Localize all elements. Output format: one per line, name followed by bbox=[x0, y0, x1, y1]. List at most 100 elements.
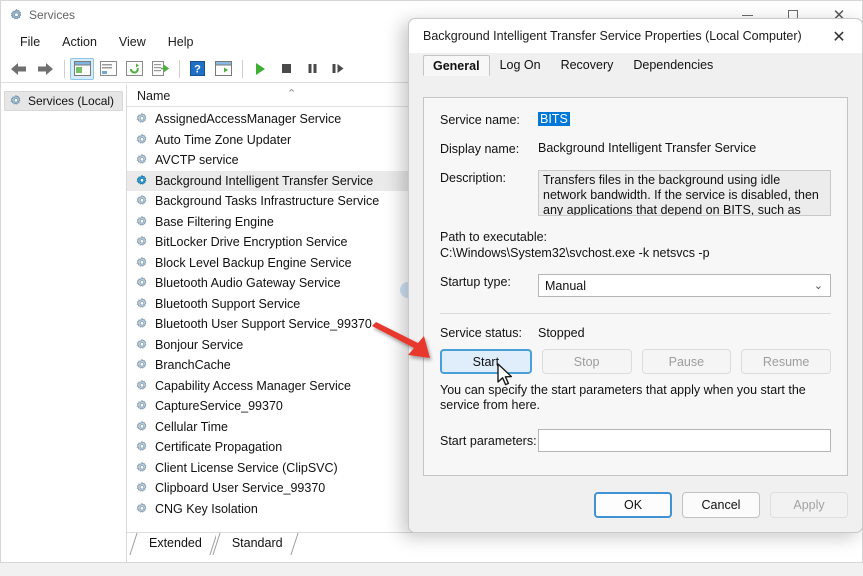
service-gear-icon bbox=[135, 461, 149, 475]
tab-general[interactable]: General bbox=[423, 55, 490, 76]
display-name-row: Display name: Background Intelligent Tra… bbox=[424, 141, 847, 156]
menu-help[interactable]: Help bbox=[157, 33, 205, 51]
bottom-strip bbox=[0, 563, 863, 576]
startup-type-value: Manual bbox=[545, 279, 586, 293]
start-parameters-label: Start parameters: bbox=[440, 434, 538, 448]
service-row-label: BitLocker Drive Encryption Service bbox=[155, 235, 347, 249]
services-gear-icon bbox=[9, 94, 23, 108]
service-gear-icon bbox=[135, 502, 149, 516]
startup-type-dropdown[interactable]: Manual ⌄ bbox=[538, 274, 831, 297]
service-gear-icon bbox=[135, 297, 149, 311]
service-row-label: CaptureService_99370 bbox=[155, 399, 283, 413]
service-gear-icon bbox=[135, 153, 149, 167]
show-hide-action-pane-icon[interactable] bbox=[211, 58, 235, 80]
view-tab-extended[interactable]: Extended bbox=[133, 533, 216, 555]
service-gear-icon bbox=[135, 379, 149, 393]
view-tab-standard[interactable]: Standard bbox=[216, 533, 297, 555]
service-row-label: Capability Access Manager Service bbox=[155, 379, 351, 393]
dialog-footer-buttons: OK Cancel Apply bbox=[594, 492, 848, 518]
service-row-label: Base Filtering Engine bbox=[155, 215, 274, 229]
show-hide-console-tree-icon[interactable] bbox=[70, 58, 94, 80]
service-row-label: AssignedAccessManager Service bbox=[155, 112, 341, 126]
view-tabs: Extended Standard bbox=[127, 532, 862, 562]
menu-view[interactable]: View bbox=[108, 33, 157, 51]
start-parameters-row: Start parameters: bbox=[424, 429, 847, 452]
service-gear-icon bbox=[135, 317, 149, 331]
service-gear-icon bbox=[135, 276, 149, 290]
display-name-value: Background Intelligent Transfer Service bbox=[538, 141, 756, 155]
menu-file[interactable]: File bbox=[9, 33, 51, 51]
service-name-label: Service name: bbox=[440, 112, 538, 127]
service-gear-icon bbox=[135, 215, 149, 229]
services-title-text: Services bbox=[29, 8, 75, 22]
services-gear-icon bbox=[9, 8, 23, 22]
service-row-label: AVCTP service bbox=[155, 153, 239, 167]
ok-button[interactable]: OK bbox=[594, 492, 672, 518]
service-gear-icon bbox=[135, 399, 149, 413]
menu-action[interactable]: Action bbox=[51, 33, 108, 51]
service-row-label: BranchCache bbox=[155, 358, 231, 372]
service-name-text: BITS bbox=[538, 112, 570, 126]
toolbar-separator-1 bbox=[64, 60, 65, 78]
service-properties-dialog: Background Intelligent Transfer Service … bbox=[408, 18, 863, 533]
service-row-label: Bluetooth Audio Gateway Service bbox=[155, 276, 341, 290]
startup-type-row: Startup type: Manual ⌄ bbox=[424, 274, 847, 297]
stop-service-icon[interactable] bbox=[274, 58, 298, 80]
tree-node-services-local[interactable]: Services (Local) bbox=[4, 91, 123, 111]
path-label: Path to executable: bbox=[440, 230, 831, 244]
service-status-row: Service status: Stopped bbox=[424, 326, 847, 340]
chevron-down-icon: ⌄ bbox=[814, 279, 823, 292]
tab-dependencies[interactable]: Dependencies bbox=[623, 54, 723, 75]
service-gear-icon bbox=[135, 420, 149, 434]
service-row-label: Background Intelligent Transfer Service bbox=[155, 174, 373, 188]
dialog-titlebar: Background Intelligent Transfer Service … bbox=[409, 19, 862, 53]
start-parameters-input[interactable] bbox=[538, 429, 831, 452]
service-gear-icon bbox=[135, 481, 149, 495]
description-textbox[interactable]: Transfers files in the background using … bbox=[538, 170, 831, 216]
service-gear-icon bbox=[135, 133, 149, 147]
service-gear-icon bbox=[135, 338, 149, 352]
start-service-icon[interactable] bbox=[248, 58, 272, 80]
startup-type-label: Startup type: bbox=[440, 274, 538, 289]
description-label: Description: bbox=[440, 170, 538, 185]
cancel-button[interactable]: Cancel bbox=[682, 492, 760, 518]
pause-service-icon[interactable] bbox=[300, 58, 324, 80]
service-status-value: Stopped bbox=[538, 326, 585, 340]
column-header-name[interactable]: Name bbox=[127, 89, 170, 103]
service-gear-icon bbox=[135, 174, 149, 188]
service-name-row: Service name: BITS bbox=[424, 112, 847, 127]
service-name-value: BITS bbox=[538, 112, 570, 126]
tree-node-label: Services (Local) bbox=[28, 94, 114, 108]
back-arrow-icon[interactable] bbox=[7, 58, 31, 80]
general-tab-panel: Service name: BITS Display name: Backgro… bbox=[423, 97, 848, 476]
service-gear-icon bbox=[135, 440, 149, 454]
toolbar-separator-3 bbox=[242, 60, 243, 78]
refresh-icon[interactable] bbox=[122, 58, 146, 80]
service-row-label: Cellular Time bbox=[155, 420, 228, 434]
restart-service-icon[interactable] bbox=[326, 58, 350, 80]
dialog-close-button[interactable]: ✕ bbox=[822, 23, 856, 49]
export-list-icon[interactable] bbox=[148, 58, 172, 80]
properties-icon[interactable] bbox=[96, 58, 120, 80]
service-row-label: CNG Key Isolation bbox=[155, 502, 258, 516]
service-gear-icon bbox=[135, 112, 149, 126]
screenshot-root: Services ✕ File Action View Help bbox=[0, 0, 863, 576]
service-gear-icon bbox=[135, 256, 149, 270]
forward-arrow-icon[interactable] bbox=[33, 58, 57, 80]
start-button[interactable]: Start bbox=[440, 349, 532, 374]
service-row-label: Bluetooth Support Service bbox=[155, 297, 300, 311]
help-icon[interactable]: ? bbox=[185, 58, 209, 80]
description-row: Description: Transfers files in the back… bbox=[424, 170, 847, 216]
path-to-executable-block: Path to executable: C:\Windows\System32\… bbox=[424, 230, 847, 260]
service-row-label: Clipboard User Service_99370 bbox=[155, 481, 325, 495]
chevron-up-icon: ⌃ bbox=[287, 87, 296, 100]
resume-button: Resume bbox=[741, 349, 831, 374]
tab-recovery[interactable]: Recovery bbox=[551, 54, 624, 75]
service-row-label: Bluetooth User Support Service_99370 bbox=[155, 317, 372, 331]
dialog-title: Background Intelligent Transfer Service … bbox=[423, 29, 822, 43]
service-status-label: Service status: bbox=[440, 326, 538, 340]
path-value: C:\Windows\System32\svchost.exe -k netsv… bbox=[440, 246, 831, 260]
service-row-label: Block Level Backup Engine Service bbox=[155, 256, 352, 270]
tab-log-on[interactable]: Log On bbox=[490, 54, 551, 75]
close-icon: ✕ bbox=[832, 27, 845, 46]
